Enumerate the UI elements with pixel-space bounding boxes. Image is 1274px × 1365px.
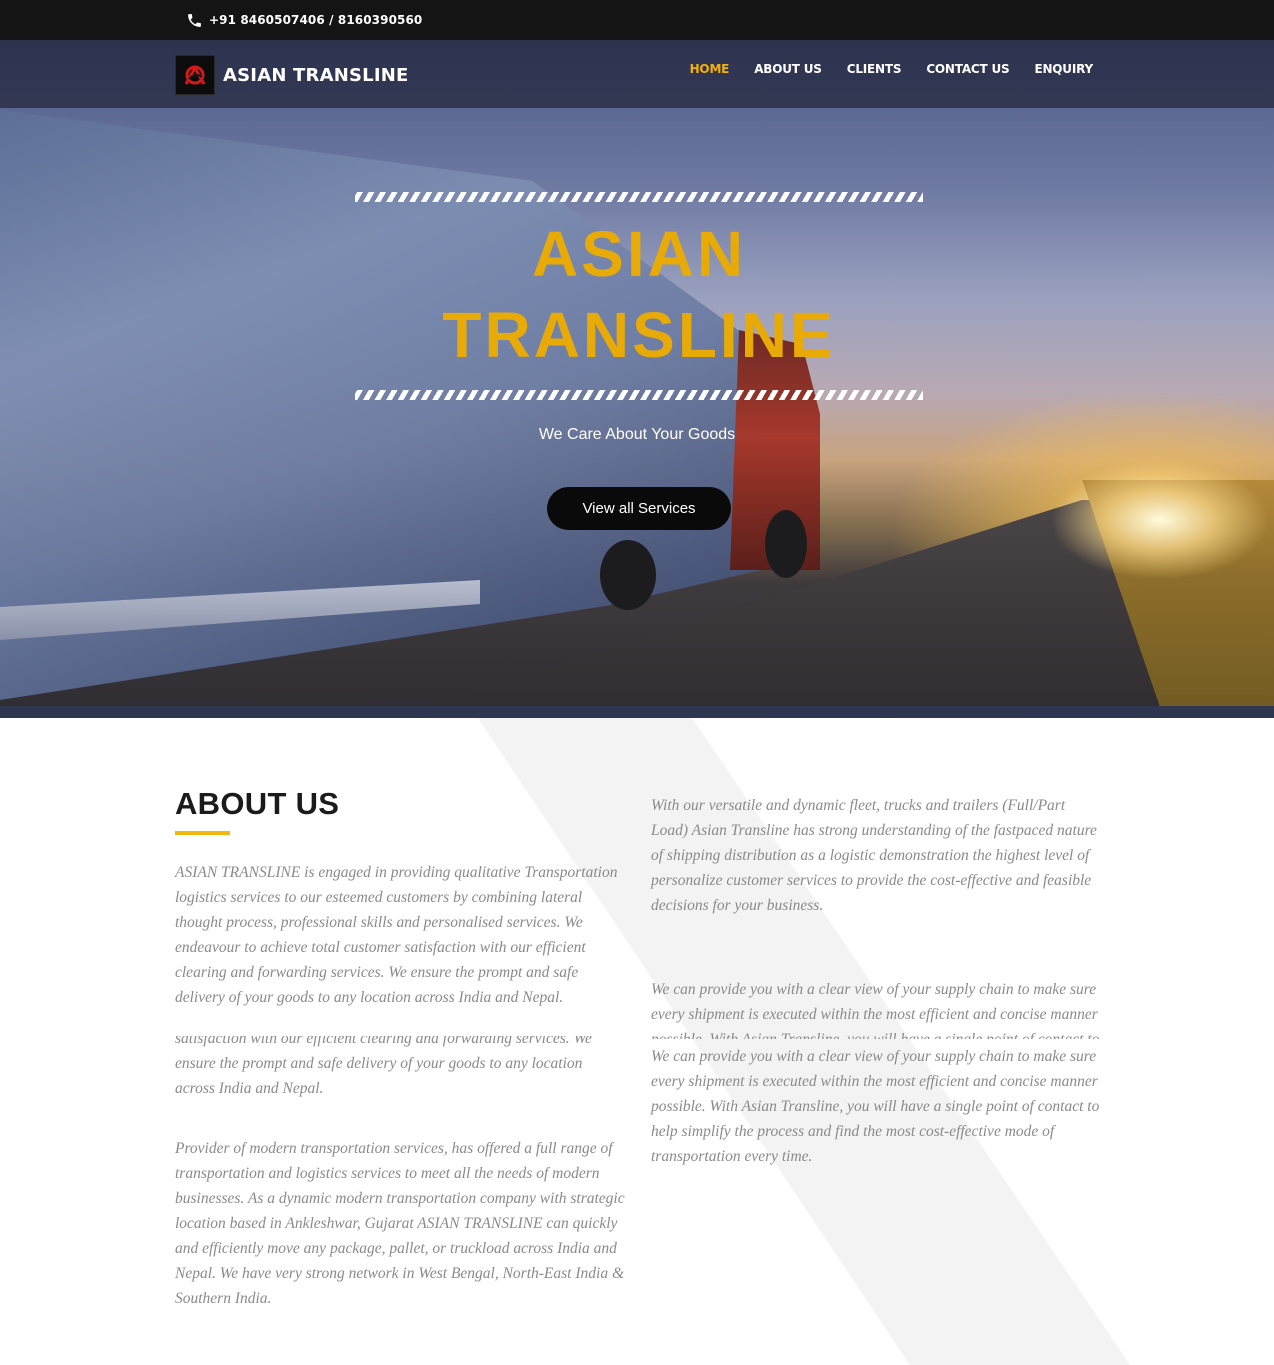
- nav-enquiry[interactable]: ENQUIRY: [1034, 62, 1093, 76]
- brand-name: ASIAN TRANSLINE: [223, 64, 409, 86]
- about-right-paragraph-2-dup: We can provide you with a clear view of …: [651, 981, 1099, 1039]
- nav-home[interactable]: HOME: [690, 62, 730, 76]
- about-left-paragraph-1: ASIAN TRANSLINE is engaged in providing …: [175, 864, 618, 1006]
- view-all-services-button[interactable]: View all Services: [547, 487, 731, 530]
- nav-clients[interactable]: CLIENTS: [847, 62, 902, 76]
- title-underline: [175, 831, 230, 835]
- nav-contact-us[interactable]: CONTACT US: [926, 62, 1009, 76]
- about-left-dup-clip: satisfaction with our efficient clearing…: [175, 1036, 625, 1100]
- about-right-paragraph-1: With our versatile and dynamic fleet, tr…: [651, 797, 1097, 914]
- navbar: ASIAN TRANSLINE HOME ABOUT US CLIENTS CO…: [0, 40, 1274, 108]
- main-nav: HOME ABOUT US CLIENTS CONTACT US ENQUIRY: [690, 62, 1094, 76]
- hero-tagline: We Care About Your Goods: [538, 426, 736, 443]
- phone-number: +91 8460507406 / 8160390560: [209, 13, 423, 27]
- hero-title: ASIAN TRANSLINE: [355, 202, 923, 390]
- nav-about-us[interactable]: ABOUT US: [754, 62, 822, 76]
- phone-contact[interactable]: +91 8460507406 / 8160390560: [186, 11, 422, 29]
- about-title: ABOUT US: [175, 786, 340, 821]
- logo-icon: [175, 55, 215, 95]
- about-left-paragraph-2: Provider of modern transportation servic…: [175, 1140, 625, 1307]
- truck-wheel: [600, 540, 656, 610]
- about-right-dup-clip: We can provide you with a clear view of …: [651, 977, 1104, 1039]
- about-right-paragraph-2: We can provide you with a clear view of …: [651, 1048, 1100, 1165]
- hero-bottom-band: [0, 706, 1274, 718]
- top-bar: +91 8460507406 / 8160390560: [0, 0, 1274, 40]
- about-left-paragraph-1-dup: satisfaction with our efficient clearing…: [175, 1036, 592, 1097]
- hero-title-box: ASIAN TRANSLINE: [355, 192, 923, 400]
- truck-wheel: [765, 510, 807, 578]
- hazard-stripe-bottom: [355, 390, 923, 400]
- brand[interactable]: ASIAN TRANSLINE: [175, 55, 408, 95]
- hero-sun: [1050, 460, 1270, 580]
- hazard-stripe-top: [355, 192, 923, 202]
- about-section: ABOUT US ASIAN TRANSLINE is engaged in p…: [0, 718, 1274, 1365]
- hero-title-line2: TRANSLINE: [442, 299, 836, 371]
- hero-title-line1: ASIAN: [531, 218, 747, 290]
- phone-icon: [188, 13, 201, 27]
